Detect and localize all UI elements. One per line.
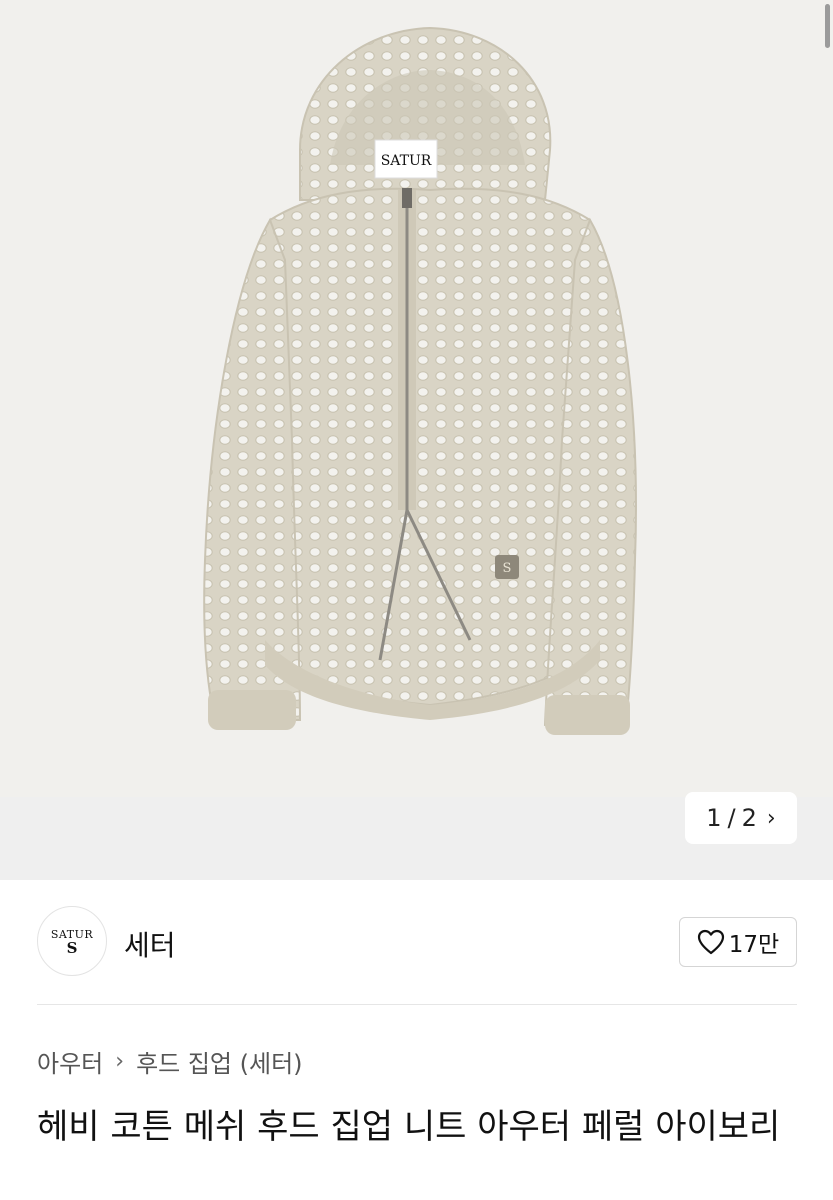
chevron-right-icon[interactable]: ›: [767, 806, 776, 831]
brand-label: SATUR: [381, 153, 432, 169]
pager-total: 2: [741, 804, 757, 832]
scrollbar-thumb[interactable]: [825, 4, 830, 48]
seller-name[interactable]: 세터: [124, 924, 176, 964]
section-divider: [37, 1004, 797, 1005]
svg-text:S: S: [503, 561, 512, 576]
breadcrumb: 아우터 › 후드 집업 (세터): [37, 1044, 303, 1079]
breadcrumb-item-outer[interactable]: 아우터: [37, 1044, 103, 1079]
like-button[interactable]: 17만: [679, 917, 797, 967]
product-page: SATUR S 1 / 2 › SATUR S 세터 17만 아우터 › 후드 …: [0, 0, 833, 1200]
hoodie-image: SATUR S: [203, 26, 637, 735]
product-image-gallery[interactable]: SATUR S 1 / 2 ›: [0, 0, 833, 880]
chevron-right-icon: ›: [115, 1049, 125, 1074]
like-count: 17만: [728, 932, 780, 958]
breadcrumb-item-hood-zipup[interactable]: 후드 집업 (세터): [136, 1044, 302, 1079]
pager-current: 1: [706, 804, 722, 832]
seller-avatar[interactable]: SATUR S: [37, 906, 107, 976]
product-photo[interactable]: SATUR S: [0, 0, 833, 797]
pager-separator: /: [727, 804, 736, 832]
product-title: 헤비 코튼 메쉬 후드 집업 니트 아우터 페럴 아이보리: [37, 1107, 781, 1147]
seller-row: SATUR S 세터 17만: [37, 906, 797, 978]
avatar-logo-mark: S: [66, 938, 78, 957]
heart-outline-icon: [697, 929, 724, 955]
image-pager[interactable]: 1 / 2 ›: [685, 792, 797, 844]
